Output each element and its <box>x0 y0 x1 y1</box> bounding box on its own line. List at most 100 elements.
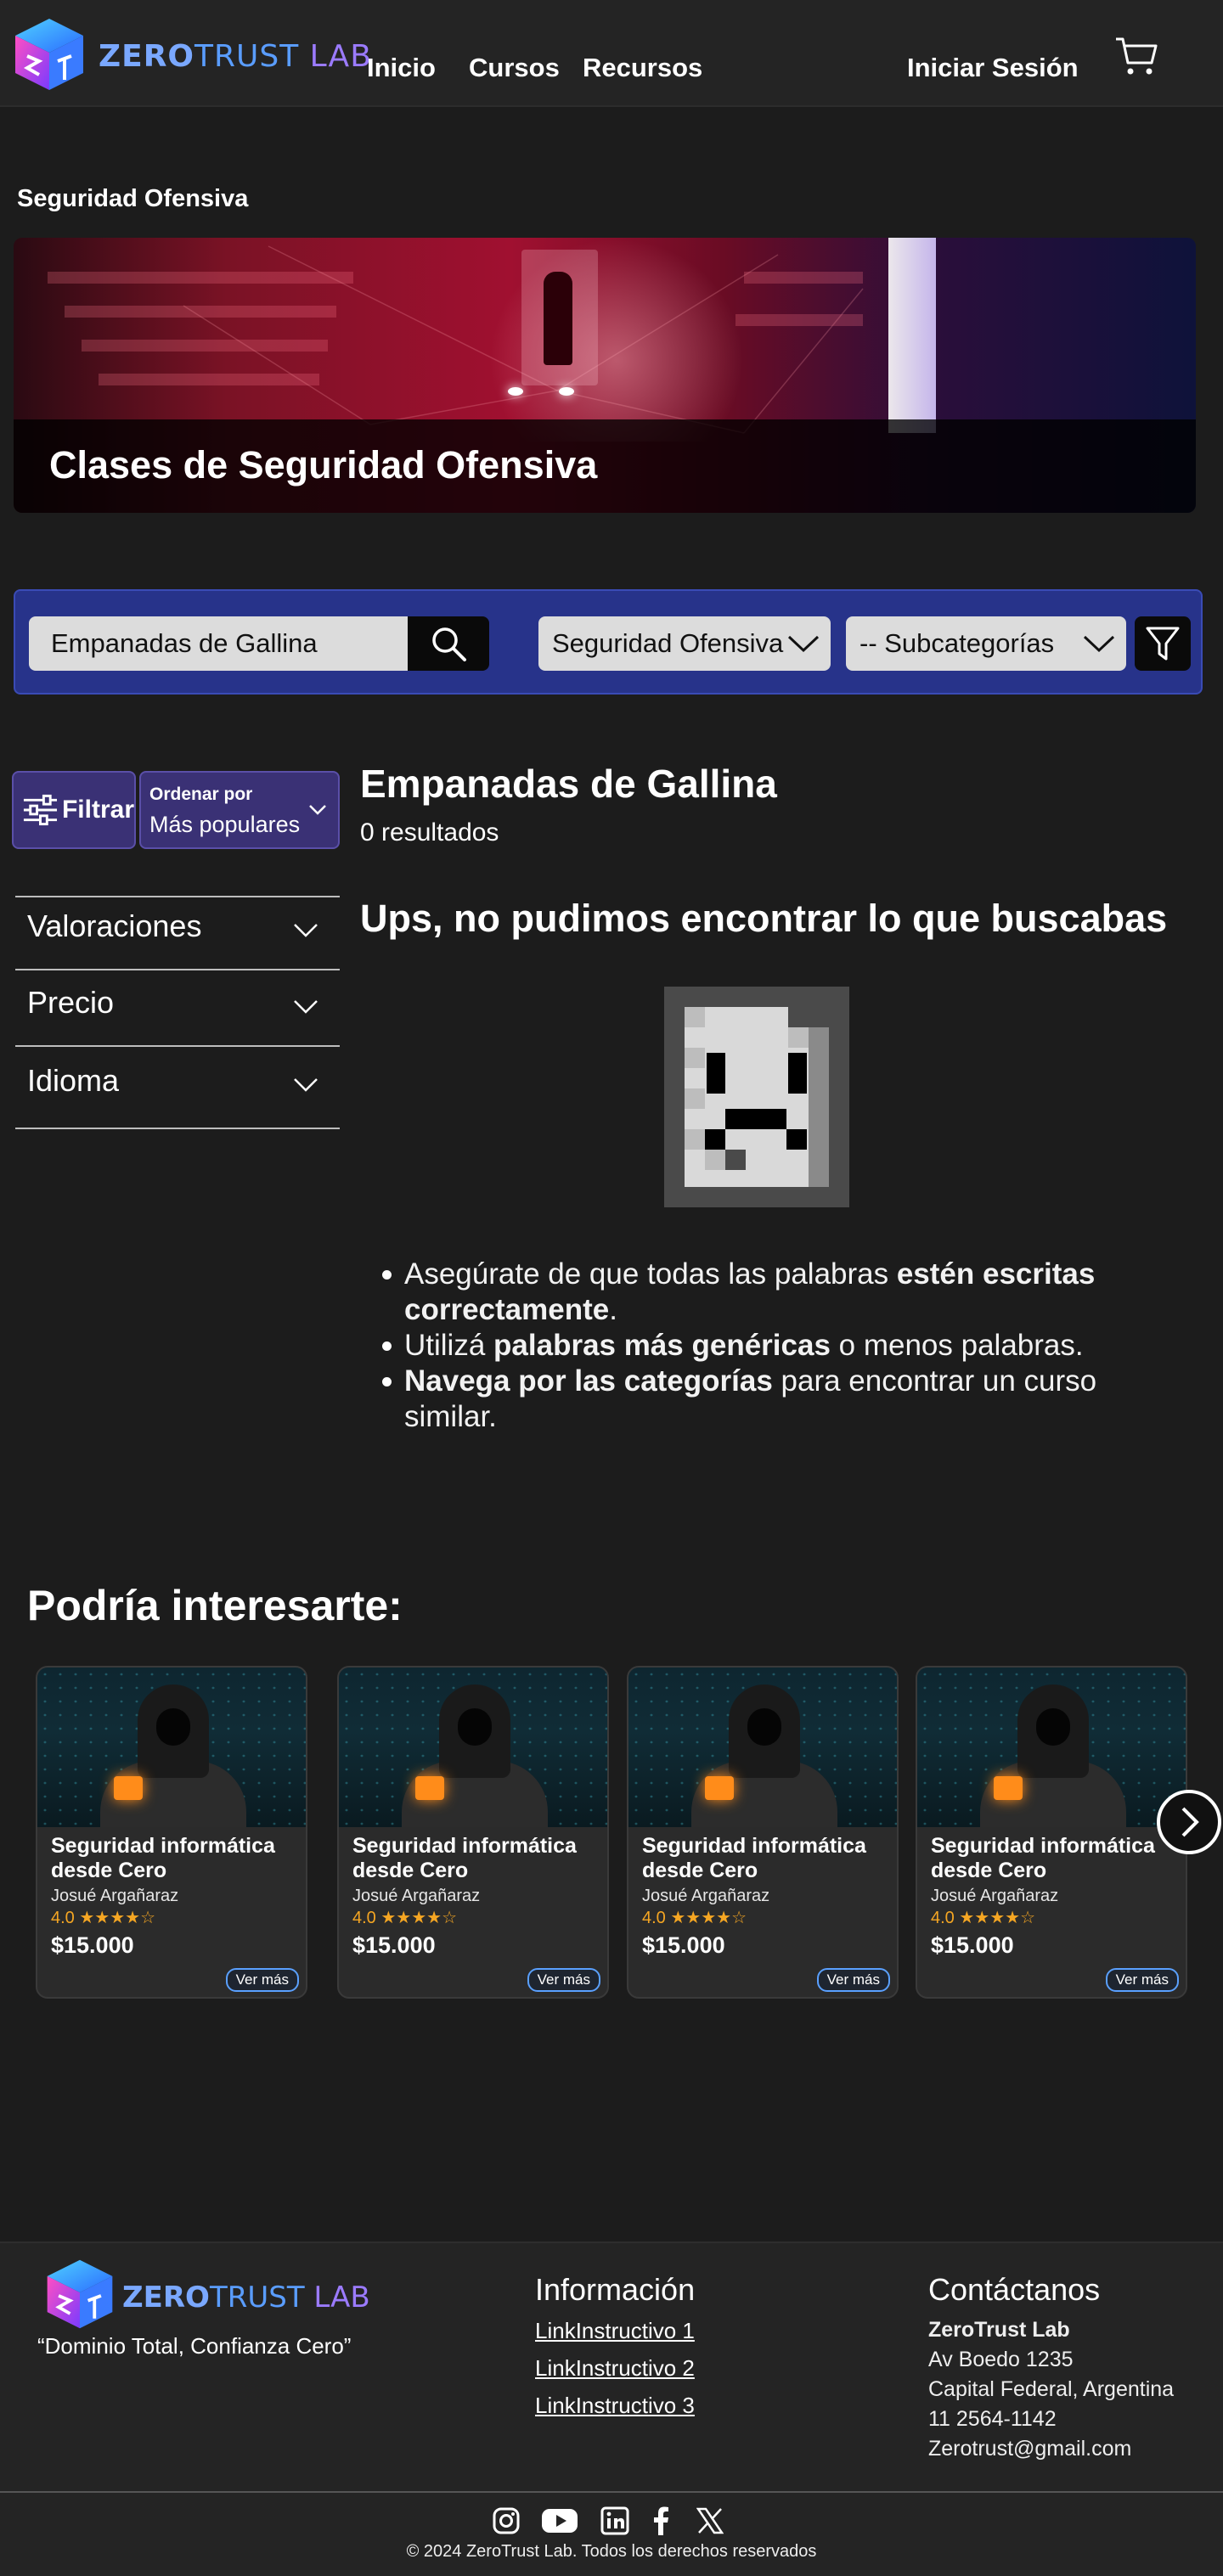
search-filter-bar: Seguridad Ofensiva -- Subcategorías <box>14 589 1203 695</box>
footer-logo[interactable]: ZEROTRUST LAB <box>41 2255 370 2331</box>
facebook-link[interactable] <box>644 2505 678 2537</box>
filter-button[interactable] <box>1135 616 1191 671</box>
search-icon <box>432 627 466 661</box>
breadcrumb[interactable]: Seguridad Ofensiva <box>17 185 248 213</box>
footer-contact-title: Contáctanos <box>928 2272 1101 2307</box>
star-rating-icons: ★★★★☆ <box>79 1909 156 1927</box>
hero-bright-door <box>888 238 936 433</box>
see-more-button[interactable]: Ver más <box>527 1968 600 1992</box>
nav-recursos[interactable]: Recursos <box>583 53 702 83</box>
course-author: Josué Argañaraz <box>51 1887 179 1905</box>
chevron-right-icon <box>1181 1807 1199 1837</box>
course-thumbnail <box>37 1668 306 1827</box>
subcategory-select[interactable]: -- Subcategorías <box>846 616 1126 671</box>
chevron-down-icon[interactable] <box>292 998 319 1015</box>
filter-toggle-label: Filtrar <box>61 796 134 824</box>
course-rating: 4.0 ★★★★☆ <box>642 1909 747 1927</box>
course-thumbnail <box>339 1668 607 1827</box>
accordion-divider <box>15 896 340 897</box>
course-price: $15.000 <box>51 1932 134 1958</box>
course-card[interactable]: Seguridad informática desde Cero Josué A… <box>36 1666 307 1999</box>
cart-button[interactable] <box>1114 34 1158 78</box>
contact-phone: 11 2564-1142 <box>928 2407 1057 2431</box>
see-more-button[interactable]: Ver más <box>1105 1968 1179 1992</box>
footer-link[interactable]: LinkInstructivo 2 <box>535 2355 695 2382</box>
footer-link[interactable]: LinkInstructivo 1 <box>535 2318 695 2344</box>
tip-item: Asegúrate de que todas las palabras esté… <box>379 1257 1143 1328</box>
search-input[interactable] <box>29 616 411 671</box>
category-select-value: Seguridad Ofensiva <box>552 628 784 658</box>
accordion-divider <box>15 1128 340 1129</box>
sort-select[interactable]: Ordenar por Más populares <box>139 771 340 849</box>
cart-icon <box>1116 37 1158 75</box>
category-select[interactable]: Seguridad Ofensiva <box>538 616 831 671</box>
sort-label: Ordenar por <box>149 785 253 804</box>
subcategory-select-value: -- Subcategorías <box>859 628 1055 658</box>
course-card[interactable]: Seguridad informática desde Cero Josué A… <box>627 1666 899 1999</box>
footer-divider <box>0 2491 1223 2493</box>
site-header: ZEROTRUST LAB Inicio Cursos Recursos Ini… <box>0 0 1223 107</box>
course-rating: 4.0 ★★★★☆ <box>352 1909 458 1927</box>
course-price: $15.000 <box>931 1932 1014 1958</box>
course-title: Seguridad informática desde Cero <box>352 1834 577 1882</box>
instagram-icon <box>493 2507 520 2534</box>
course-title: Seguridad informática desde Cero <box>931 1834 1155 1882</box>
sort-value: Más populares <box>149 812 301 837</box>
chevron-down-icon[interactable] <box>292 1077 319 1094</box>
login-link[interactable]: Iniciar Sesión <box>907 53 1079 83</box>
chevron-down-icon[interactable] <box>292 922 319 939</box>
footer-info-title: Información <box>535 2272 696 2307</box>
filter-toggle-button[interactable]: Filtrar <box>12 771 136 849</box>
accordion-divider <box>15 969 340 970</box>
youtube-link[interactable] <box>540 2505 579 2537</box>
course-rating: 4.0 ★★★★☆ <box>931 1909 1036 1927</box>
accordion-precio[interactable]: Precio <box>27 985 114 1021</box>
x-link[interactable] <box>693 2505 727 2537</box>
course-author: Josué Argañaraz <box>931 1887 1059 1905</box>
see-more-button[interactable]: Ver más <box>816 1968 890 1992</box>
category-hero: Clases de Seguridad Ofensiva <box>14 238 1196 513</box>
youtube-icon <box>542 2509 578 2533</box>
star-rating-icons: ★★★★☆ <box>959 1909 1036 1927</box>
course-title: Seguridad informática desde Cero <box>51 1834 275 1882</box>
footer-logo-text: ZEROTRUST LAB <box>122 2281 370 2314</box>
course-author: Josué Argañaraz <box>352 1887 481 1905</box>
hero-light <box>508 387 523 396</box>
accordion-idioma[interactable]: Idioma <box>27 1063 119 1099</box>
copyright: © 2024 ZeroTrust Lab. Todos los derechos… <box>406 2542 817 2561</box>
course-thumbnail <box>628 1668 897 1827</box>
sliders-icon <box>23 794 58 826</box>
course-card[interactable]: Seguridad informática desde Cero Josué A… <box>916 1666 1187 1999</box>
footer-slogan: “Dominio Total, Confianza Cero” <box>37 2333 352 2359</box>
results-count: 0 resultados <box>360 818 499 846</box>
chevron-down-icon <box>1083 635 1115 653</box>
course-title: Seguridad informática desde Cero <box>642 1834 866 1882</box>
carousel-next-button[interactable] <box>1157 1790 1221 1854</box>
search-button[interactable] <box>408 616 489 671</box>
empty-state-title: Ups, no pudimos encontrar lo que buscaba… <box>360 897 1168 940</box>
tip-item: Navega por las categorías para encontrar… <box>379 1364 1143 1435</box>
hero-light <box>559 387 574 396</box>
course-price: $15.000 <box>642 1932 725 1958</box>
nav-cursos[interactable]: Cursos <box>469 53 560 83</box>
contact-email[interactable]: Zerotrust@gmail.com <box>928 2437 1131 2461</box>
accordion-valoraciones[interactable]: Valoraciones <box>27 908 201 944</box>
accordion-divider <box>15 1045 340 1047</box>
course-card[interactable]: Seguridad informática desde Cero Josué A… <box>337 1666 609 1999</box>
tip-item: Utilizá palabras más genéricas o menos p… <box>379 1328 1143 1364</box>
star-rating-icons: ★★★★☆ <box>670 1909 747 1927</box>
course-thumbnail <box>917 1668 1186 1827</box>
footer-link[interactable]: LinkInstructivo 3 <box>535 2393 695 2419</box>
nav-inicio[interactable]: Inicio <box>367 53 436 83</box>
instagram-link[interactable] <box>489 2505 523 2537</box>
linkedin-link[interactable] <box>598 2505 632 2537</box>
chevron-down-icon <box>309 805 326 815</box>
linkedin-icon <box>600 2506 629 2535</box>
cube-logo-icon <box>15 19 83 90</box>
see-more-button[interactable]: Ver más <box>225 1968 299 1992</box>
site-logo[interactable]: ZEROTRUST LAB <box>8 12 371 97</box>
x-icon <box>696 2507 724 2534</box>
funnel-icon <box>1146 627 1180 661</box>
course-price: $15.000 <box>352 1932 436 1958</box>
contact-company: ZeroTrust Lab <box>928 2318 1070 2342</box>
